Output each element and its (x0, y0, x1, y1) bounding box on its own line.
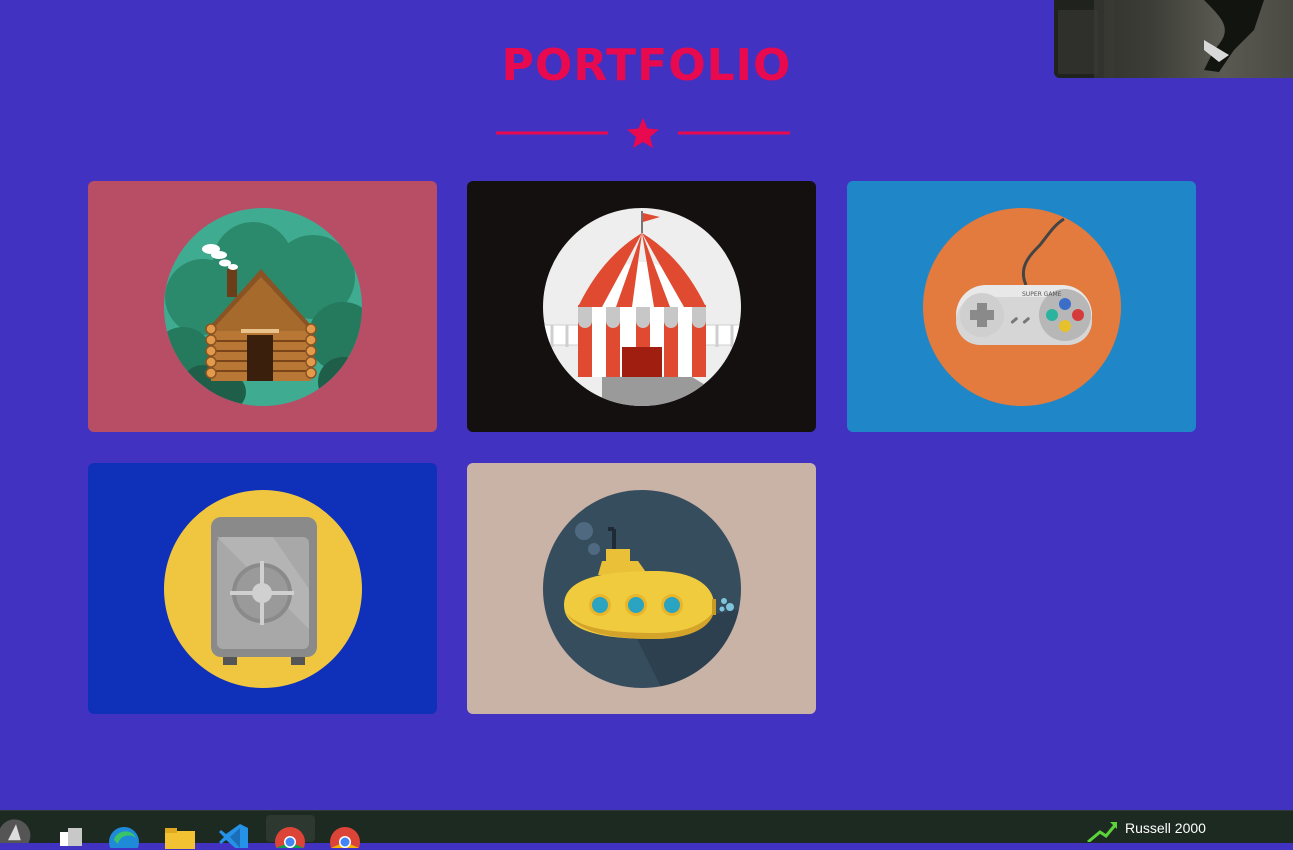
trend-up-icon (1087, 822, 1118, 842)
portfolio-item-circus[interactable] (467, 181, 816, 432)
portfolio-item-controller[interactable]: SUPER GAME (847, 181, 1196, 432)
edge-icon[interactable] (108, 820, 140, 848)
circus-tent-icon (543, 208, 741, 406)
start-icon[interactable] (0, 815, 32, 843)
video-thumbnail[interactable] (1054, 0, 1293, 78)
file-explorer-icon[interactable] (163, 822, 195, 850)
safe-icon (164, 490, 362, 688)
controller-label: SUPER GAME (1022, 291, 1062, 298)
chrome-icon[interactable] (274, 820, 306, 848)
submarine-icon (543, 490, 741, 688)
video-frame (1054, 0, 1264, 78)
task-view-icon[interactable] (54, 820, 86, 848)
ticker-label[interactable]: Russell 2000 (1125, 820, 1206, 836)
portfolio-item-cabin[interactable] (88, 181, 437, 432)
star-icon (627, 118, 659, 148)
log-cabin-icon (164, 208, 362, 406)
chrome-icon[interactable] (329, 820, 361, 848)
vscode-icon[interactable] (218, 820, 250, 848)
game-controller-icon: SUPER GAME (923, 208, 1121, 406)
portfolio-item-submarine[interactable] (467, 463, 816, 714)
portfolio-item-safe[interactable] (88, 463, 437, 714)
title-divider (496, 118, 790, 148)
